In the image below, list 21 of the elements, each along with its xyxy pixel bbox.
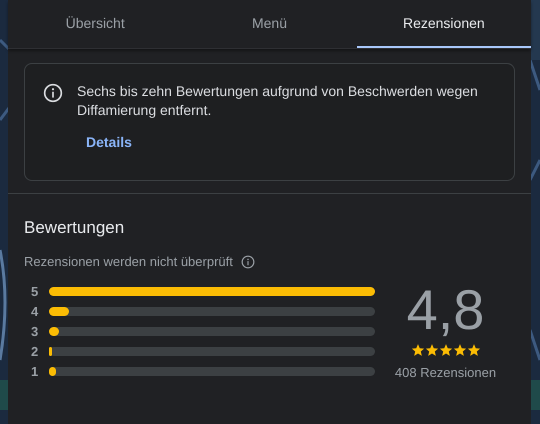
notice-text: Sechs bis zehn Bewertungen aufgrund von Beschwerden wegen Diffamierung entfernt. <box>77 82 479 120</box>
tab[interactable]: Übersicht <box>8 0 182 48</box>
review-count: 408 Rezensionen <box>394 365 496 380</box>
tab[interactable]: Rezensionen <box>356 0 531 48</box>
section-title: Bewertungen <box>24 218 126 238</box>
tab[interactable]: Menü <box>182 0 357 48</box>
star-label: 1 <box>31 364 40 378</box>
star-label: 3 <box>31 324 40 338</box>
info-icon <box>240 254 255 268</box>
details-link[interactable]: Details <box>86 134 132 150</box>
star-icon <box>410 343 424 357</box>
average-score: 4,8 <box>406 281 484 339</box>
star-icon <box>452 343 466 357</box>
star-label: 2 <box>31 344 40 358</box>
star-label: 5 <box>31 284 40 298</box>
info-icon <box>43 83 63 103</box>
star-label: 4 <box>31 304 40 318</box>
star-icon <box>466 343 480 357</box>
star-icon <box>438 343 452 357</box>
star-icon <box>424 343 438 357</box>
subtitle: Rezensionen werden nicht überprüft <box>24 254 233 269</box>
